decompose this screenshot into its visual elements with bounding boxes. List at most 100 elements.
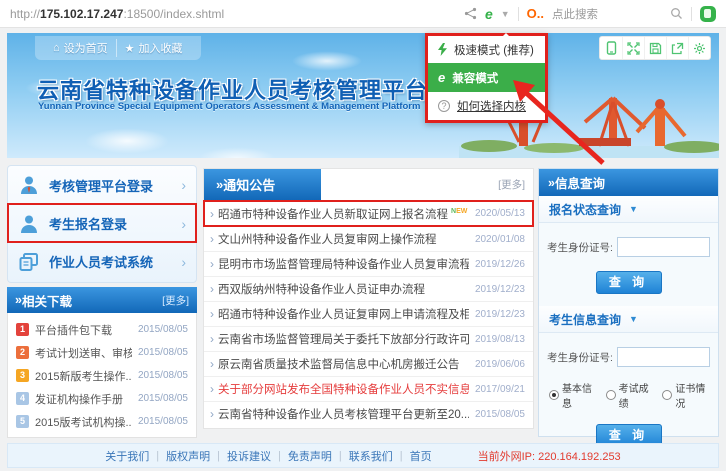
search-icon[interactable]: [670, 7, 683, 20]
notice-item[interactable]: ›西双版纳州特种设备作业人员证申办流程2019/12/23: [204, 276, 533, 301]
query-header: 信息查询: [539, 169, 718, 196]
download-item[interactable]: 32015新版考生操作...2015/08/05: [8, 364, 196, 387]
caret-icon: ›: [210, 407, 214, 421]
footer: 关于我们 | 版权声明 | 投诉建议 | 免责声明 | 联系我们 | 首页 当前外网IP:…: [7, 443, 719, 468]
sidebar-item-admin-login[interactable]: 考核管理平台登录›: [8, 166, 196, 204]
footer-link-copyright[interactable]: 版权声明: [166, 448, 210, 464]
person-tie-icon: [18, 174, 40, 196]
sidebar-item-exam-system[interactable]: 作业人员考试系统›: [8, 242, 196, 280]
info-id-input[interactable]: [617, 347, 710, 367]
query-panel: 信息查询 报名状态查询 ▼ 考生身份证号: 查 询 考生信息查询 ▼ 考生身份证…: [538, 168, 719, 437]
download-item[interactable]: 4发证机构操作手册2015/08/05: [8, 387, 196, 410]
notice-item[interactable]: ›昭通市特种设备作业人员新取证网上报名流程NEW2020/05/13: [204, 201, 533, 226]
share-icon[interactable]: [464, 7, 477, 20]
search-engine-logo: O..: [527, 6, 544, 21]
home-icon: ⌂: [53, 42, 60, 54]
signup-id-input[interactable]: [617, 237, 710, 257]
caret-icon: ›: [210, 332, 214, 346]
divider: |: [217, 450, 220, 462]
radio-selected-icon: [549, 390, 559, 400]
caret-icon: ›: [210, 207, 214, 221]
external-ip-text: 当前外网IP: 220.164.192.253: [478, 448, 621, 464]
double-chevron-icon: [216, 177, 223, 192]
downloads-panel: 相关下载 [更多] 1平台插件包下载2015/08/05 2考试计划送审、审核 …: [7, 287, 197, 438]
notices-more-link[interactable]: [更多]: [498, 177, 533, 192]
rank-badge: 4: [16, 392, 29, 405]
menu-item-speed-mode[interactable]: 极速模式 (推荐): [428, 36, 545, 63]
download-item[interactable]: 2考试计划送审、审核 ...2015/08/05: [8, 341, 196, 364]
lightning-icon: [438, 43, 447, 56]
downloads-more-link[interactable]: [更多]: [162, 293, 189, 308]
sidebar-item-candidate-login[interactable]: 考生报名登录›: [8, 204, 196, 242]
browser-logo-icon[interactable]: [700, 6, 716, 22]
caret-icon: ›: [210, 257, 214, 271]
notice-item[interactable]: ›昭通市特种设备作业人员证复审网上申请流程及相...2019/12/23: [204, 301, 533, 326]
chevron-down-icon: ▼: [629, 314, 638, 324]
chevron-right-icon: ›: [181, 177, 186, 193]
radio-icon: [662, 390, 672, 400]
banner-toolbar: [599, 36, 711, 60]
divider: |: [156, 450, 159, 462]
caret-icon: ›: [210, 232, 214, 246]
notice-item[interactable]: ›关于部分网站发布全国特种设备作业人员不实信息...2017/09/21: [204, 376, 533, 401]
save-icon[interactable]: [644, 37, 666, 59]
star-icon: ★: [125, 42, 135, 55]
id-number-label: 考生身份证号:: [547, 350, 613, 365]
section-signup-status[interactable]: 报名状态查询 ▼: [539, 196, 718, 223]
ie-compat-icon: e: [438, 70, 445, 85]
signup-query-button[interactable]: 查 询: [596, 271, 662, 294]
footer-link-disclaimer[interactable]: 免责声明: [288, 448, 332, 464]
url-text[interactable]: http://175.102.17.247:18500/index.shtml: [10, 7, 224, 21]
help-circle-icon: ?: [438, 100, 450, 112]
notice-item[interactable]: ›云南省特种设备作业人员考核管理平台更新至20...2015/08/05: [204, 401, 533, 426]
info-type-radios: 基本信息 考试成绩 证书情况: [547, 380, 710, 410]
fullscreen-icon[interactable]: [622, 37, 644, 59]
id-number-label: 考生身份证号:: [547, 240, 613, 255]
divider: [691, 7, 692, 21]
person-icon: [18, 213, 40, 235]
notices-header: 通知公告 [更多]: [204, 169, 533, 201]
mode-dropdown-arrow-icon[interactable]: ▼: [501, 9, 510, 19]
footer-link-contact[interactable]: 联系我们: [349, 448, 393, 464]
radio-exam-score[interactable]: 考试成绩: [606, 380, 654, 410]
add-favorite-link[interactable]: ★加入收藏: [116, 39, 191, 57]
chevron-right-icon: ›: [181, 216, 186, 232]
share-page-icon[interactable]: [666, 37, 688, 59]
notice-item[interactable]: ›文山州特种设备作业人员复审网上操作流程2020/01/08: [204, 226, 533, 251]
rank-badge: 1: [16, 323, 29, 336]
downloads-header: 相关下载 [更多]: [7, 287, 197, 313]
chevron-down-icon: ▼: [629, 204, 638, 214]
section-candidate-info[interactable]: 考生信息查询 ▼: [539, 306, 718, 333]
caret-icon: ›: [210, 382, 214, 396]
footer-link-home[interactable]: 首页: [410, 448, 432, 464]
divider: [518, 7, 519, 21]
radio-basic-info[interactable]: 基本信息: [549, 380, 597, 410]
settings-gear-icon[interactable]: [688, 37, 710, 59]
rank-badge: 3: [16, 369, 29, 382]
download-item[interactable]: 52015版考试机构操...2015/08/05: [8, 410, 196, 433]
divider: |: [400, 450, 403, 462]
chevron-right-icon: ›: [181, 254, 186, 270]
browser-mode-icon[interactable]: e: [485, 6, 493, 22]
notice-item[interactable]: ›昆明市市场监督管理局特种设备作业人员复审流程...2019/12/26: [204, 251, 533, 276]
download-item[interactable]: 1平台插件包下载2015/08/05: [8, 318, 196, 341]
double-chevron-icon: [15, 293, 22, 307]
footer-link-complaint[interactable]: 投诉建议: [227, 448, 271, 464]
notice-item[interactable]: ›原云南省质量技术监督局信息中心机房搬迁公告2019/06/06: [204, 351, 533, 376]
set-home-link[interactable]: ⌂设为首页: [45, 39, 116, 57]
double-chevron-icon: [548, 176, 555, 190]
caret-icon: ›: [210, 307, 214, 321]
annotation-arrow: [505, 76, 615, 171]
radio-cert-status[interactable]: 证书情况: [662, 380, 710, 410]
quick-links: ⌂设为首页 ★加入收藏: [35, 36, 201, 60]
tab-notices[interactable]: 通知公告: [204, 169, 321, 200]
rank-badge: 2: [16, 346, 29, 359]
divider: |: [339, 450, 342, 462]
footer-link-about[interactable]: 关于我们: [105, 448, 149, 464]
divider: |: [278, 450, 281, 462]
notices-panel: 通知公告 [更多] ›昭通市特种设备作业人员新取证网上报名流程NEW2020/0…: [203, 168, 534, 429]
notice-item[interactable]: ›云南省市场监督管理局关于委托下放部分行政许可...2019/08/13: [204, 326, 533, 351]
new-badge: NEW: [451, 208, 467, 215]
mobile-view-icon[interactable]: [600, 37, 622, 59]
search-input[interactable]: 点此搜索: [552, 6, 662, 22]
